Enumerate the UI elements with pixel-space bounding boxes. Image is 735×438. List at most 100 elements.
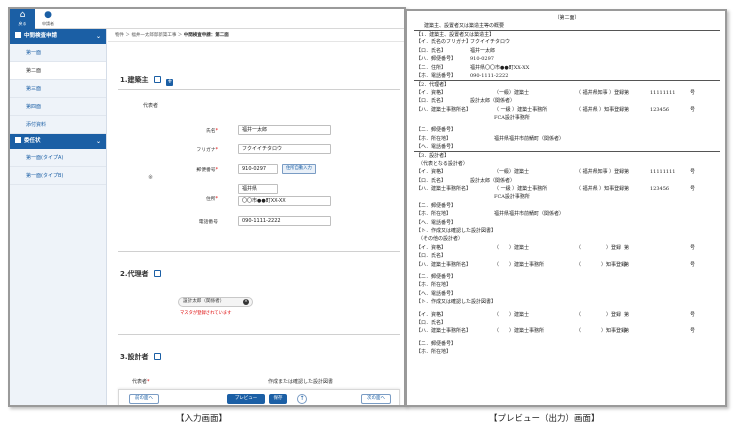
- preview-subtitle: 建築主、設置者又は築造主等の概要: [424, 23, 505, 29]
- sidebar-item-attachments[interactable]: 添付資料: [10, 116, 106, 134]
- agent-chip[interactable]: 設計太郎（関係者） ×: [178, 297, 253, 307]
- save-button[interactable]: 保存: [269, 394, 287, 404]
- row-key: 【ハ．建築士事務所名】: [416, 261, 472, 268]
- preview-button[interactable]: プレビュー: [227, 394, 265, 404]
- preview-row: 【ト．作成又は確認した設計図書】: [414, 227, 720, 235]
- preview-row: 【ロ．氏名】 設計太郎（関係者）: [414, 177, 720, 185]
- preview-row: 【ロ．氏名】 福井一太郎: [414, 47, 720, 55]
- row-key: 【イ．資格】: [416, 89, 447, 96]
- row-key: 【ホ．所在地】: [416, 282, 452, 289]
- row-value: 第: [624, 89, 630, 96]
- document-icon[interactable]: [153, 270, 161, 277]
- required-mark: *: [215, 148, 218, 153]
- row-key: 【ホ．所在地】: [416, 135, 452, 142]
- preview-row: 【ハ．建築士事務所名】 （ ）建築士事務所 （ ）知事登録 第 号: [414, 327, 720, 335]
- preview-row: 【ハ．郵便番号】 910-0297: [414, 55, 720, 63]
- preview-row: 【ハ．建築士事務所名】 （ 一級 ）建築士事務所 （ 福井県 ）知事登録 第 1…: [414, 185, 720, 193]
- sidebar-item-page4[interactable]: 第四面: [10, 98, 106, 116]
- breadcrumb: 物件 ＞ 福井一太郎邸新築工事 ＞ 中間検査申請：第二面: [108, 29, 404, 42]
- row-value: （ ）知事登録: [576, 328, 627, 335]
- row-value: （ ）建築士事務所: [494, 328, 545, 335]
- row-value: 第: [624, 328, 630, 335]
- scroll-top-button[interactable]: ↑: [297, 394, 307, 404]
- close-icon[interactable]: ×: [243, 299, 249, 305]
- divider: [118, 89, 400, 90]
- row-key: 【イ．資格】: [416, 169, 447, 176]
- section-title-owner: 1.建築主 +: [120, 75, 174, 86]
- caption-preview-screen: 【プレビュー（出力）画面】: [489, 414, 600, 424]
- prefecture-input[interactable]: 福井県: [238, 184, 278, 194]
- row-value: 号: [690, 311, 696, 318]
- user-label: 申請者: [42, 21, 54, 26]
- address-input[interactable]: 〇〇市●●町XX-XX: [238, 196, 331, 206]
- sidebar-group-proxy[interactable]: 委任状 ⌄: [10, 134, 106, 149]
- row-value: （ 福井県 ）知事登録: [576, 106, 625, 113]
- name-input[interactable]: 福井一太郎: [238, 125, 331, 135]
- preview-row: FCA設計事務所: [414, 193, 720, 201]
- sidebar-item-page3[interactable]: 第三面: [10, 80, 106, 98]
- tel-input[interactable]: 090-1111-2222: [238, 216, 331, 226]
- user-button[interactable]: ● 申請者: [37, 9, 59, 29]
- sidebar-item-type-b[interactable]: 第一面(タイプB): [10, 167, 106, 185]
- home-label: 戻る: [18, 21, 27, 26]
- preview-document: （第二面） 建築主、設置者又は築造主等の概要 【1．建築主、設置者又は築造主】 …: [414, 14, 720, 356]
- row-key: 【ハ．建築士事務所名】: [416, 328, 472, 335]
- row-key: 【ト．作成又は確認した設計図書】: [416, 227, 497, 234]
- home-icon: ⌂: [19, 10, 26, 20]
- row-key: 【ロ．氏名】: [416, 98, 447, 105]
- row-key: 【ハ．建築士事務所名】: [416, 106, 472, 113]
- row-value: （ 福井県知事 ）登録: [576, 169, 625, 176]
- row-value: 11111111: [650, 169, 676, 176]
- row-value: 第: [624, 186, 630, 193]
- row-value: 号: [690, 261, 696, 268]
- required-mark: *: [215, 197, 218, 202]
- row-key: 【ニ．住所】: [416, 64, 447, 71]
- kana-input[interactable]: フクイイチタロウ: [238, 144, 331, 154]
- sidebar-group-inspection[interactable]: 中間検査申請 ⌄: [10, 29, 106, 44]
- divider: [118, 334, 400, 335]
- row-value: FCA設計事務所: [494, 114, 530, 121]
- section-title-agent: 2.代理者: [120, 269, 161, 279]
- row-key: 【ロ．氏名】: [416, 177, 447, 184]
- sidebar-item-type-a[interactable]: 第一面(タイプA): [10, 149, 106, 167]
- required-mark: *: [215, 129, 218, 134]
- preview-row: 【ヘ．電話番号】: [414, 290, 720, 298]
- preview-row: 【ニ．住所】 福井県〇〇市●●町XX-XX: [414, 64, 720, 72]
- prev-page-button[interactable]: 前の面へ: [129, 394, 159, 404]
- row-value: （ ）知事登録: [576, 261, 627, 268]
- note-marker: ※: [148, 174, 154, 181]
- preview-row: 【ニ．郵便番号】: [414, 273, 720, 281]
- row-value: （一級）建築士: [494, 169, 530, 176]
- row-key: 【ト．作成又は確認した設計図書】: [416, 299, 497, 306]
- home-button[interactable]: ⌂ 戻る: [10, 9, 35, 29]
- row-value: 第: [624, 311, 630, 318]
- preview-row: 【ロ．氏名】: [414, 319, 720, 327]
- row-value: 福井県福井市前鯖町（関係者）: [494, 211, 565, 218]
- document-icon[interactable]: [153, 76, 161, 83]
- sidebar-item-page1[interactable]: 第一面: [10, 44, 106, 62]
- zip-input[interactable]: 910-0297: [238, 164, 278, 174]
- form-icon: [15, 32, 21, 38]
- preview-row: 【ホ．所在地】: [414, 281, 720, 289]
- add-icon[interactable]: +: [166, 79, 174, 86]
- row-value: （ 福井県 ）知事登録: [576, 186, 625, 193]
- row-value: 号: [690, 186, 696, 193]
- row-value: 設計太郎（関係者）: [470, 177, 516, 184]
- next-page-button[interactable]: 次の面へ: [361, 394, 391, 404]
- chevron-down-icon: ⌄: [95, 138, 101, 145]
- row-value: 号: [690, 106, 696, 113]
- address-autofill-button[interactable]: 住所自動入力: [282, 164, 316, 174]
- row-value: （ ）登録: [576, 311, 622, 318]
- label-text: フリガナ: [196, 148, 216, 153]
- preview-section-owner: 【1．建築主、設置者又は築造主】: [414, 30, 720, 38]
- sidebar-item-page2[interactable]: 第二面: [10, 62, 106, 80]
- row-key: 【ロ．氏名】: [416, 319, 447, 326]
- preview-row: 【ニ．郵便番号】: [414, 340, 720, 348]
- preview-row: 【ホ．所在地】 福井県福井市前鯖町（関係者）: [414, 210, 720, 218]
- breadcrumb-path[interactable]: 物件 ＞ 福井一太郎邸新築工事 ＞: [115, 33, 184, 38]
- row-value: 号: [690, 244, 696, 251]
- required-mark: *: [215, 168, 218, 173]
- tel-label: 電話番号: [198, 220, 218, 225]
- document-icon[interactable]: [153, 353, 161, 360]
- row-key: 【ハ．建築士事務所名】: [416, 186, 472, 193]
